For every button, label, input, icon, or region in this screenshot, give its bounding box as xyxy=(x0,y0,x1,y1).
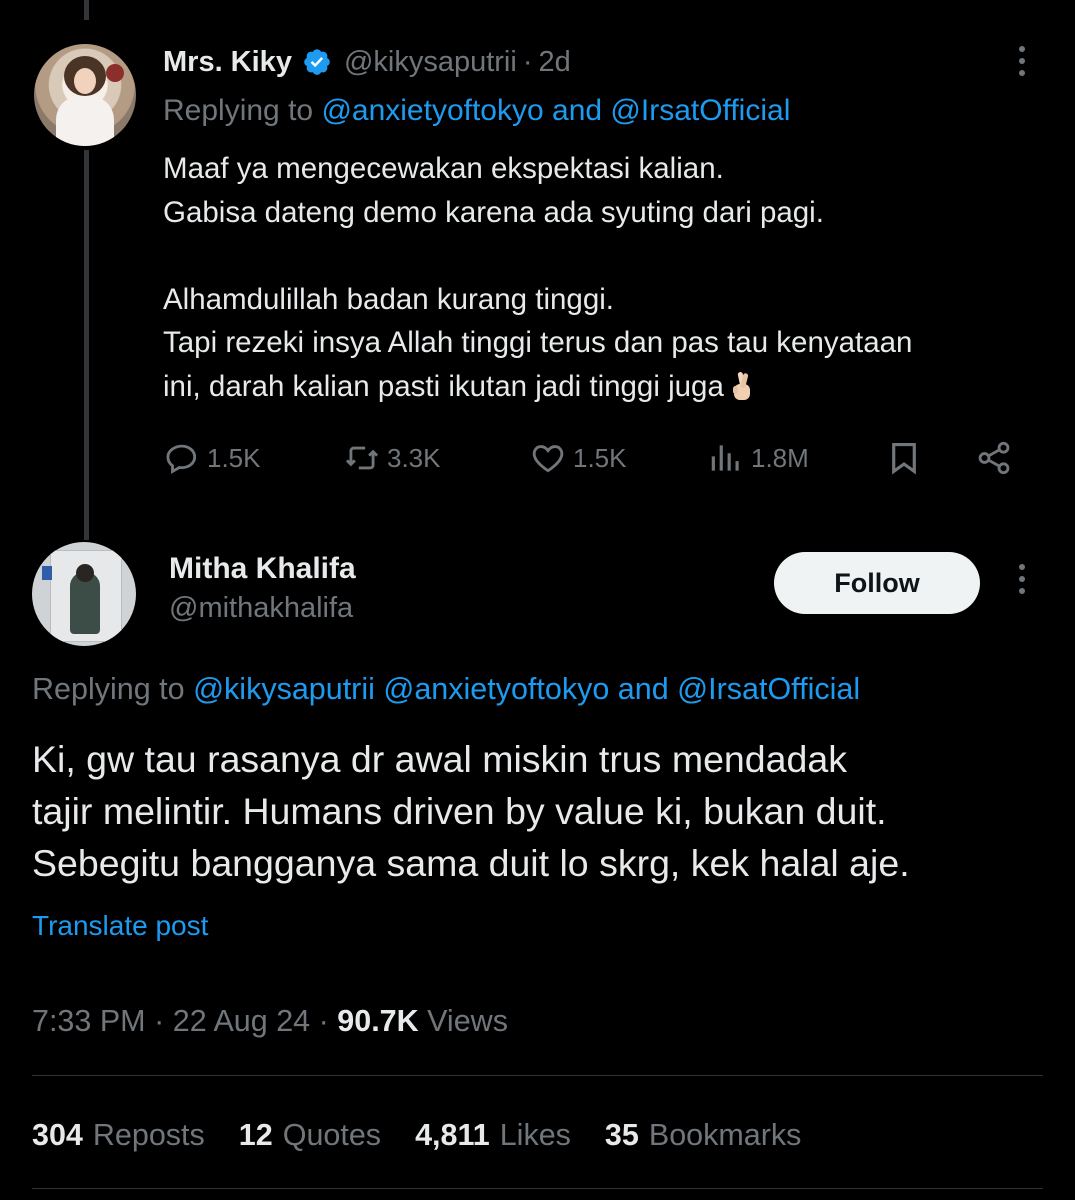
share-icon xyxy=(978,441,1010,475)
tweet-line: Tapi rezeki insya Allah tinggi terus dan… xyxy=(163,326,913,359)
replying-prefix: Replying to xyxy=(32,672,194,706)
avatar[interactable] xyxy=(32,542,136,646)
divider xyxy=(32,1188,1043,1189)
tweet-text: Ki, gw tau rasanya dr awal miskin trus m… xyxy=(32,733,1042,889)
bookmarks-count: 35 xyxy=(604,1118,639,1152)
views-count: 1.8M xyxy=(751,442,809,473)
bookmarks-label: Bookmarks xyxy=(648,1118,802,1152)
timestamp[interactable]: 2d xyxy=(539,46,571,79)
separator: · xyxy=(522,45,533,78)
likes-count: 4,811 xyxy=(415,1118,490,1152)
replying-to: Replying to @kikysaputrii @anxietyoftoky… xyxy=(32,672,860,707)
reply-count: 1.5K xyxy=(207,442,261,473)
reply-icon xyxy=(166,444,197,474)
analytics-icon xyxy=(711,445,739,471)
quotes-label: Quotes xyxy=(282,1118,382,1152)
tweet-header: Mrs. Kiky @kikysaputrii · 2d xyxy=(163,42,571,82)
quotes-count: 12 xyxy=(238,1118,273,1152)
thread-line xyxy=(84,150,89,540)
mention-and: and xyxy=(617,672,669,706)
mention-and: and xyxy=(552,94,603,127)
follow-button[interactable]: Follow xyxy=(774,552,980,614)
likes-stat[interactable]: 4,811 Likes xyxy=(415,1118,571,1153)
more-options-icon[interactable] xyxy=(1011,46,1033,82)
tweet-line-blank xyxy=(163,234,1043,278)
author-name[interactable]: Mrs. Kiky xyxy=(163,46,292,79)
like-button[interactable]: 1.5K xyxy=(529,436,627,480)
separator: · xyxy=(154,1004,165,1038)
divider xyxy=(32,1075,1043,1076)
repost-count: 3.3K xyxy=(387,442,441,473)
replying-to: Replying to @anxietyoftokyo and @IrsatOf… xyxy=(163,94,790,128)
tweet-line: Maaf ya mengecewakan ekspektasi kalian. xyxy=(163,152,724,185)
bookmark-button[interactable] xyxy=(885,436,929,480)
translate-post-link[interactable]: Translate post xyxy=(32,910,208,942)
views-label: Views xyxy=(427,1004,508,1038)
bookmark-icon xyxy=(892,442,916,475)
reposts-stat[interactable]: 304 Reposts xyxy=(32,1118,205,1153)
tweet-line: tajir melintir. Humans driven by value k… xyxy=(32,790,887,832)
mention-link[interactable]: @anxietyoftokyo xyxy=(383,672,609,706)
tweet-text: Maaf ya mengecewakan ekspektasi kalian. … xyxy=(163,147,1043,408)
avatar[interactable] xyxy=(34,44,136,146)
thread-line-top xyxy=(84,0,89,20)
author-name[interactable]: Mitha Khalifa xyxy=(169,552,356,586)
author-handle[interactable]: @mithakhalifa xyxy=(169,592,353,625)
author-handle[interactable]: @kikysaputrii xyxy=(344,46,517,79)
bookmarks-stat[interactable]: 35 Bookmarks xyxy=(605,1118,801,1153)
likes-label: Likes xyxy=(499,1118,571,1152)
mention-link[interactable]: @IrsatOfficial xyxy=(610,94,790,127)
replying-prefix: Replying to xyxy=(163,94,322,127)
mention-link[interactable]: @IrsatOfficial xyxy=(677,672,860,706)
verified-badge-icon[interactable] xyxy=(302,47,332,77)
heart-icon xyxy=(532,445,564,473)
tweet-actions: 1.5K 3.3K 1.5K 1.8M xyxy=(163,436,1033,480)
tweet-line: Ki, gw tau rasanya dr awal miskin trus m… xyxy=(32,738,847,780)
post-time[interactable]: 7:33 PM xyxy=(32,1004,146,1038)
engagement-stats: 304 Reposts 12 Quotes 4,811 Likes 35 Bookmar… xyxy=(32,1118,835,1153)
more-options-icon[interactable] xyxy=(1011,564,1033,600)
reposts-count: 304 xyxy=(32,1118,83,1152)
repost-button[interactable]: 3.3K xyxy=(343,436,441,480)
quotes-stat[interactable]: 12 Quotes xyxy=(239,1118,381,1153)
tweet-line: Sebegitu bangganya sama duit lo skrg, ke… xyxy=(32,842,910,884)
mention-link[interactable]: @kikysaputrii xyxy=(193,672,375,706)
tweet-line: Gabisa dateng demo karena ada syuting da… xyxy=(163,195,824,229)
reply-button[interactable]: 1.5K xyxy=(163,436,261,480)
views-count: 90.7K xyxy=(337,1004,419,1038)
like-count: 1.5K xyxy=(573,442,627,473)
separator: · xyxy=(318,1004,329,1038)
mention-link[interactable]: @anxietyoftokyo xyxy=(321,94,543,127)
post-date[interactable]: 22 Aug 24 xyxy=(173,1004,310,1038)
tweet-meta: 7:33 PM · 22 Aug 24 · 90.7K Views xyxy=(32,1004,508,1039)
tweet-line: Alhamdulillah badan kurang tinggi. xyxy=(163,282,614,316)
share-button[interactable] xyxy=(975,436,1019,480)
tweet-line-last: ini, darah kalian pasti ikutan jadi ting… xyxy=(163,365,1043,409)
tweet-line-text: ini, darah kalian pasti ikutan jadi ting… xyxy=(163,369,724,403)
reposts-label: Reposts xyxy=(92,1118,205,1152)
crossed-fingers-emoji-icon xyxy=(732,371,750,400)
views-button[interactable]: 1.8M xyxy=(707,436,809,480)
repost-icon xyxy=(345,446,379,470)
